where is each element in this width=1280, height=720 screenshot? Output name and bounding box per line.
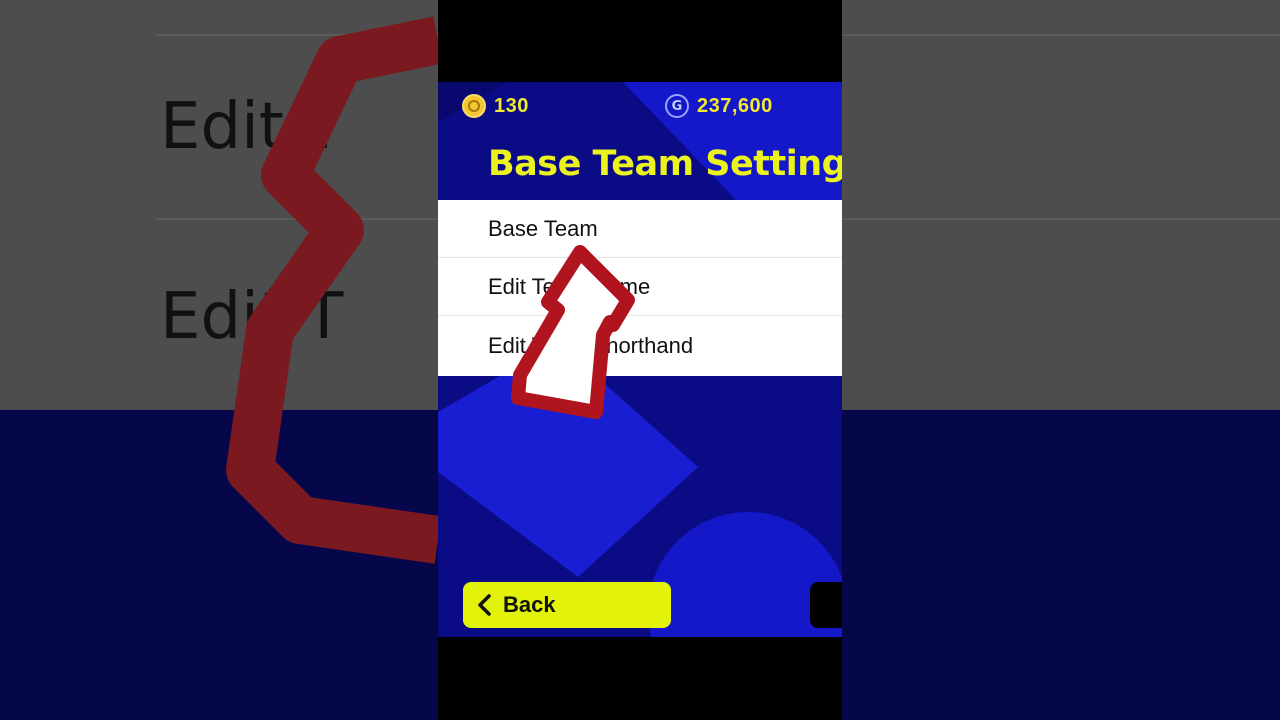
menu-item-edit-team-name[interactable]: Edit Team Name bbox=[438, 258, 842, 316]
chevron-left-icon bbox=[478, 594, 491, 616]
game-screen: 130 G 237,600 Base Team Settings Base Te… bbox=[438, 82, 842, 637]
secondary-button[interactable] bbox=[810, 582, 842, 628]
gp-value: 237,600 bbox=[697, 94, 773, 117]
menu-item-edit-team-shorthand[interactable]: Edit Team Shorthand bbox=[438, 316, 842, 375]
coins-value: 130 bbox=[494, 94, 529, 117]
gp-display: G 237,600 bbox=[665, 94, 773, 118]
coin-icon bbox=[462, 94, 486, 118]
background-right-panel bbox=[842, 0, 1280, 720]
page-title: Base Team Settings bbox=[488, 144, 842, 184]
background-left-panel: Edit T Edit T bbox=[0, 0, 438, 720]
menu-item-base-team[interactable]: Base Team bbox=[438, 200, 842, 258]
back-button[interactable]: Back bbox=[463, 582, 671, 628]
coins-display: 130 bbox=[462, 94, 529, 118]
settings-menu: Base Team Edit Team Name Edit Team Short… bbox=[438, 200, 842, 375]
gp-icon: G bbox=[665, 94, 689, 118]
background-arrow-shape bbox=[226, 16, 438, 564]
back-button-label: Back bbox=[503, 592, 556, 617]
